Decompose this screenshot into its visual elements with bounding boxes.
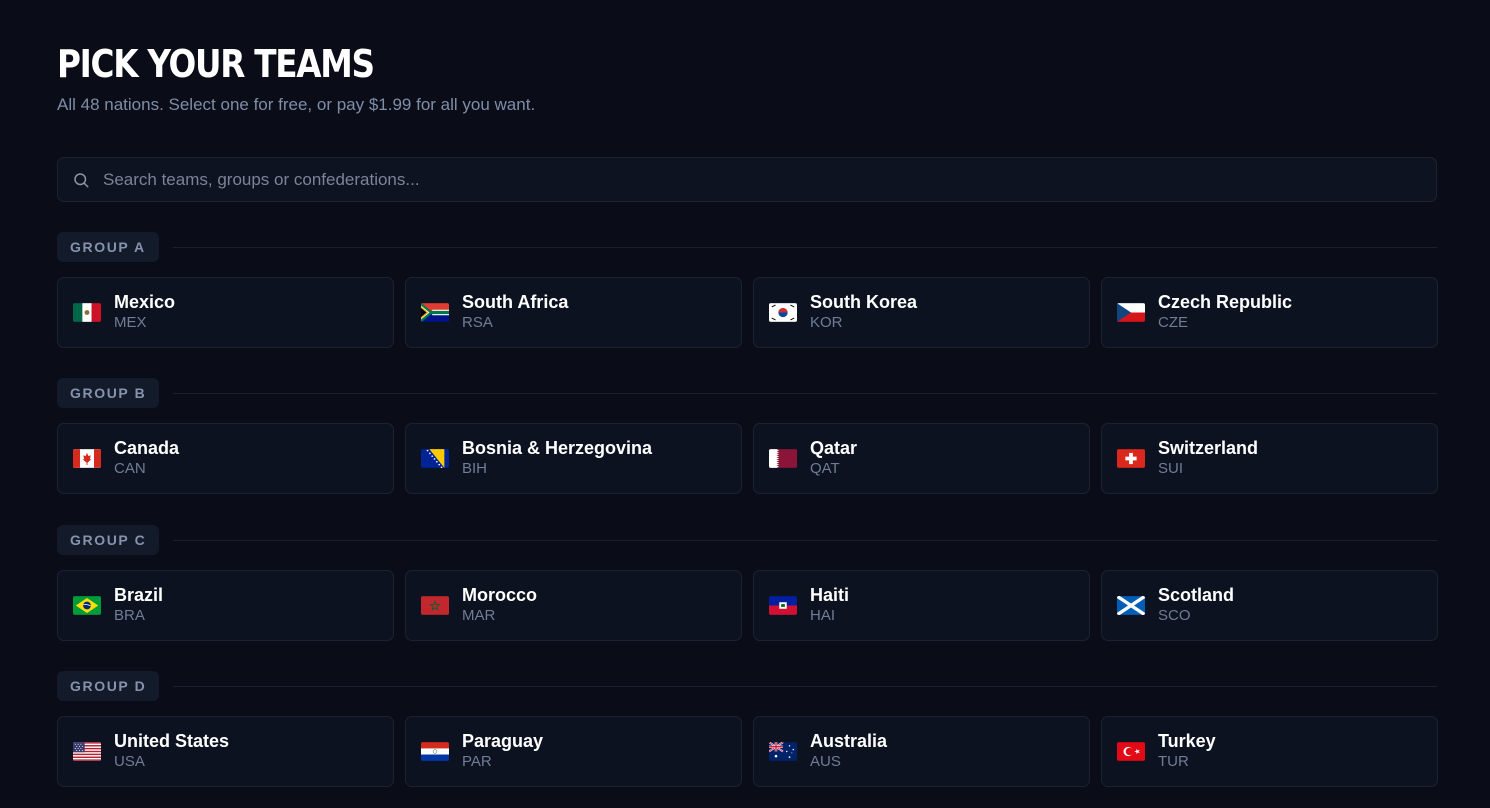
- team-code: AUS: [810, 753, 841, 770]
- team-card-south-korea[interactable]: South Korea KOR: [753, 277, 1090, 348]
- team-name: South Africa: [462, 292, 569, 312]
- team-grid: Brazil BRA Morocco MAR Haiti HAI Scotlan…: [57, 570, 1438, 641]
- group-label: GROUP D: [57, 671, 160, 701]
- flag-paraguay-icon: [421, 742, 449, 761]
- team-card-czech-republic[interactable]: Czech Republic CZE: [1101, 277, 1438, 348]
- divider: [173, 539, 1437, 541]
- group-label: GROUP C: [57, 525, 160, 555]
- flag-switzerland-icon: [1117, 449, 1145, 468]
- team-code: CAN: [114, 460, 146, 477]
- team-card-mexico[interactable]: Mexico MEX: [57, 277, 394, 348]
- divider: [173, 392, 1437, 394]
- flag-bosnia-icon: [421, 449, 449, 468]
- team-name: South Korea: [810, 292, 918, 312]
- team-card-united-states[interactable]: United States USA: [57, 716, 394, 787]
- search-input[interactable]: [103, 158, 1436, 201]
- group-d: GROUP D United States USA Paraguay PAR A…: [57, 671, 1438, 787]
- team-grid: Canada CAN Bosnia & Herzegovina BIH Qata…: [57, 423, 1438, 494]
- group-header: GROUP B: [57, 378, 1437, 408]
- team-card-haiti[interactable]: Haiti HAI: [753, 570, 1090, 641]
- team-card-paraguay[interactable]: Paraguay PAR: [405, 716, 742, 787]
- flag-morocco-icon: [421, 596, 449, 615]
- team-name: Switzerland: [1158, 438, 1259, 458]
- flag-united-states-icon: [73, 742, 101, 761]
- team-card-brazil[interactable]: Brazil BRA: [57, 570, 394, 641]
- team-name: United States: [114, 731, 230, 751]
- team-code: SUI: [1158, 460, 1184, 477]
- group-a: GROUP A Mexico MEX South Africa RSA Sout…: [57, 232, 1438, 348]
- team-card-scotland[interactable]: Scotland SCO: [1101, 570, 1438, 641]
- group-label: GROUP A: [57, 232, 159, 262]
- team-card-canada[interactable]: Canada CAN: [57, 423, 394, 494]
- page-subtitle: All 48 nations. Select one for free, or …: [57, 95, 536, 114]
- team-code: MEX: [114, 314, 147, 331]
- team-card-morocco[interactable]: Morocco MAR: [405, 570, 742, 641]
- group-header: GROUP A: [57, 232, 1437, 262]
- team-code: SCO: [1158, 607, 1191, 624]
- flag-turkey-icon: [1117, 742, 1145, 761]
- team-code: TUR: [1158, 753, 1189, 770]
- flag-czech-republic-icon: [1117, 303, 1145, 322]
- team-card-turkey[interactable]: Turkey TUR: [1101, 716, 1438, 787]
- team-code: QAT: [810, 460, 840, 477]
- team-code: RSA: [462, 314, 493, 331]
- group-header: GROUP C: [57, 525, 1437, 555]
- flag-south-africa-icon: [421, 303, 449, 322]
- team-name: Czech Republic: [1158, 292, 1293, 312]
- team-grid: Mexico MEX South Africa RSA South Korea …: [57, 277, 1438, 348]
- team-code: USA: [114, 753, 145, 770]
- team-name: Morocco: [462, 585, 538, 605]
- team-code: BIH: [462, 460, 488, 477]
- team-name: Mexico: [114, 292, 176, 312]
- team-name: Paraguay: [462, 731, 544, 751]
- team-name: Bosnia & Herzegovina: [462, 438, 653, 458]
- flag-australia-icon: [769, 742, 797, 761]
- flag-haiti-icon: [769, 596, 797, 615]
- team-name: Qatar: [810, 438, 858, 458]
- group-header: GROUP D: [57, 671, 1437, 701]
- team-code: HAI: [810, 607, 836, 624]
- flag-canada-icon: [73, 449, 101, 468]
- group-c: GROUP C Brazil BRA Morocco MAR Haiti HAI…: [57, 525, 1438, 641]
- team-code: MAR: [462, 607, 496, 624]
- team-card-switzerland[interactable]: Switzerland SUI: [1101, 423, 1438, 494]
- flag-brazil-icon: [73, 596, 101, 615]
- team-code: BRA: [114, 607, 145, 624]
- group-b: GROUP B Canada CAN Bosnia & Herzegovina: [57, 378, 1438, 494]
- page-title: PICK YOUR TEAMS: [57, 42, 375, 86]
- team-card-south-africa[interactable]: South Africa RSA: [405, 277, 742, 348]
- team-code: CZE: [1158, 314, 1188, 331]
- team-code: KOR: [810, 314, 843, 331]
- team-name: Brazil: [114, 585, 164, 605]
- team-name: Turkey: [1158, 731, 1216, 751]
- flag-scotland-icon: [1117, 596, 1145, 615]
- flag-mexico-icon: [73, 303, 101, 322]
- divider: [172, 246, 1437, 248]
- team-name: Canada: [114, 438, 180, 458]
- team-card-bosnia-herzegovina[interactable]: Bosnia & Herzegovina BIH: [405, 423, 742, 494]
- group-label: GROUP B: [57, 378, 160, 408]
- team-name: Scotland: [1158, 585, 1235, 605]
- team-picker-page: PICK YOUR TEAMS All 48 nations. Select o…: [0, 0, 1490, 808]
- team-grid: United States USA Paraguay PAR Australia…: [57, 716, 1438, 787]
- team-card-qatar[interactable]: Qatar QAT: [753, 423, 1090, 494]
- flag-qatar-icon: [769, 449, 797, 468]
- search-bar[interactable]: [57, 157, 1437, 202]
- team-code: PAR: [462, 753, 492, 770]
- team-name: Haiti: [810, 585, 850, 605]
- divider: [173, 685, 1437, 687]
- team-name: Australia: [810, 731, 888, 751]
- flag-south-korea-icon: [769, 303, 797, 322]
- search-icon: [71, 170, 91, 190]
- team-card-australia[interactable]: Australia AUS: [753, 716, 1090, 787]
